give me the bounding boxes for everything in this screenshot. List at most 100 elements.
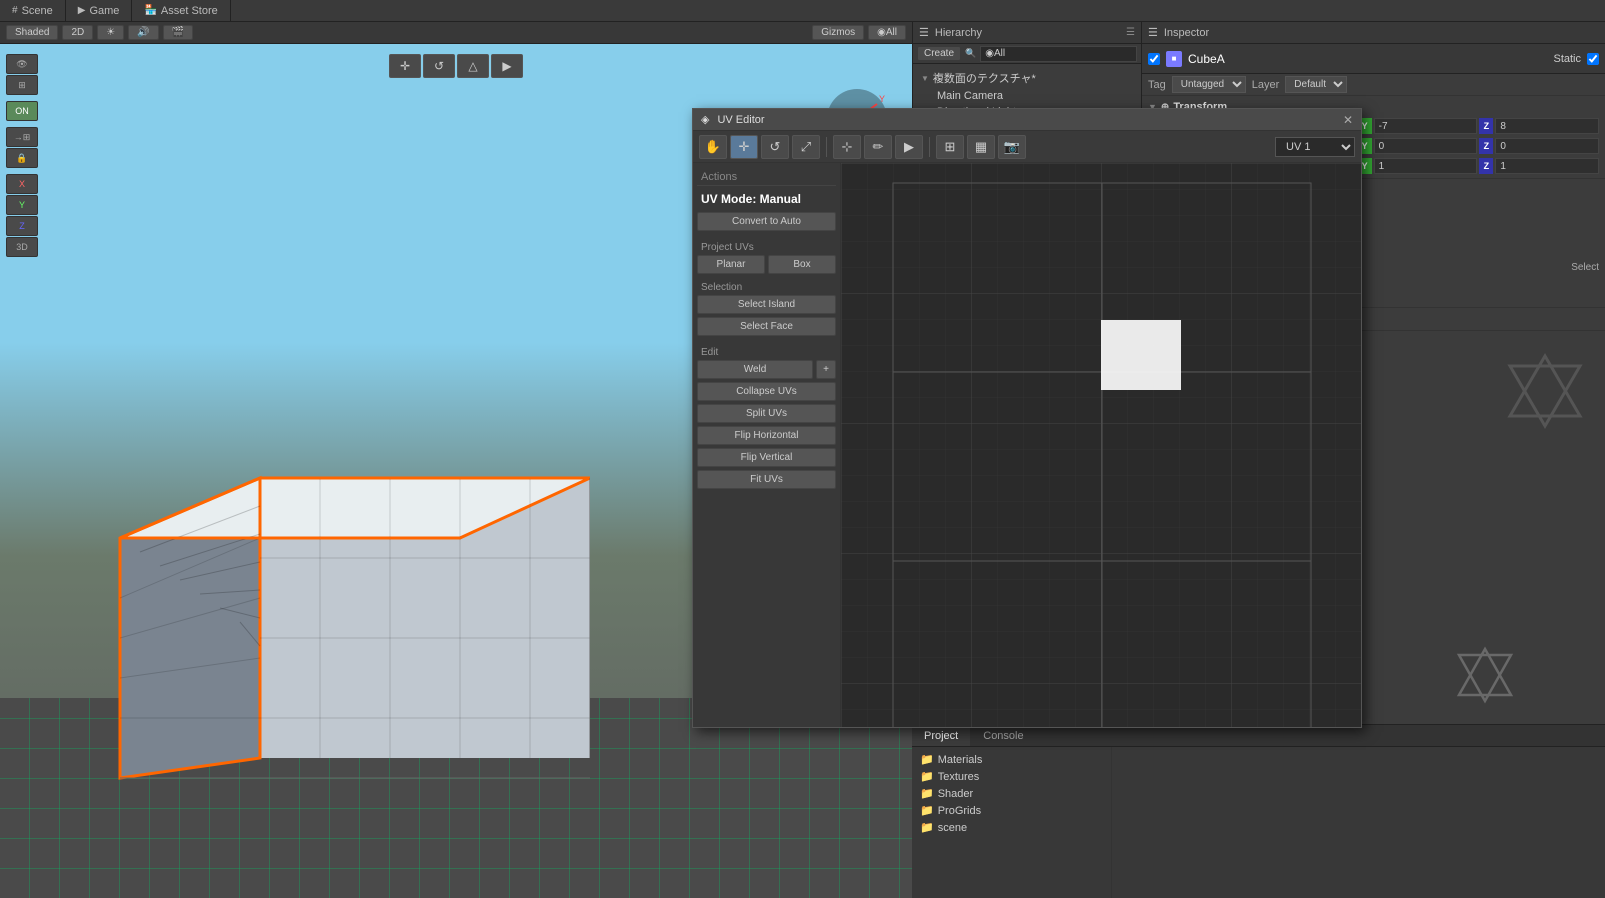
z-axis-btn[interactable]: Z: [6, 216, 38, 236]
materials-folder[interactable]: 📁 Materials: [916, 751, 1107, 768]
uv-snap-tool[interactable]: ⊹: [833, 135, 861, 159]
uv-sidebar: Actions UV Mode: Manual Convert to Auto …: [693, 163, 841, 727]
unity-logo: [1505, 351, 1585, 431]
inspector-icon: ☰: [1148, 26, 1158, 39]
project-tree: 📁 Materials 📁 Textures 📁 Shader 📁 ProGri…: [912, 747, 1112, 898]
textures-folder[interactable]: 📁 Textures: [916, 768, 1107, 785]
scale-z-field[interactable]: 1: [1495, 158, 1599, 174]
uv-play-tool[interactable]: ▶: [895, 135, 923, 159]
flip-vertical-btn[interactable]: Flip Vertical: [697, 448, 836, 467]
unity-logo-2: [1455, 645, 1515, 708]
bottom-panel: Project Console 📁 Materials 📁 Textures 📁: [912, 724, 1605, 898]
on-btn[interactable]: ON: [6, 101, 38, 121]
collapse-uvs-btn[interactable]: Collapse UVs: [697, 382, 836, 401]
separator-2: [929, 137, 930, 157]
obj-active-checkbox[interactable]: [1148, 53, 1160, 65]
y-axis-btn[interactable]: Y: [6, 195, 38, 215]
light-btn[interactable]: ☀: [97, 25, 124, 40]
progrids-folder[interactable]: 📁 ProGrids: [916, 802, 1107, 819]
layer-dropdown[interactable]: Default: [1285, 76, 1347, 93]
project-uvs-row: Planar Box: [697, 255, 836, 274]
uv-title: UV Editor: [717, 114, 764, 126]
scene-icon: #: [12, 5, 18, 16]
split-uvs-btn[interactable]: Split UVs: [697, 404, 836, 423]
box-btn[interactable]: Box: [768, 255, 836, 274]
hierarchy-title: Hierarchy: [935, 27, 982, 39]
cube-3d: Y X: [60, 438, 590, 818]
hierarchy-create-btn[interactable]: Create: [917, 46, 961, 61]
scene-folder[interactable]: 📁 scene: [916, 819, 1107, 836]
shader-folder[interactable]: 📁 Shader: [916, 785, 1107, 802]
uv-canvas[interactable]: [841, 163, 1361, 727]
store-icon: 🏪: [144, 5, 156, 16]
uv-layout-tool[interactable]: ⊞: [936, 135, 964, 159]
left-toolbar: 👁 ⊞ ON →⊞ 🔒 X Y Z 3D: [6, 54, 38, 261]
folder-icon-3: 📁: [920, 787, 934, 800]
hierarchy-search[interactable]: [980, 46, 1137, 62]
flip-horizontal-btn[interactable]: Flip Horizontal: [697, 426, 836, 445]
scale-btn[interactable]: △: [457, 54, 489, 78]
uv-toolbar: ✋ ✛ ↺ ⤢ ⊹ ✏ ▶ ⊞ ▦ 📷 UV 1: [693, 131, 1361, 163]
audio-btn[interactable]: 🔊: [128, 25, 158, 40]
translate-btn[interactable]: ✛: [389, 54, 421, 78]
uv-close-btn[interactable]: ✕: [1343, 113, 1353, 127]
uv-grid-svg: [841, 163, 1361, 727]
rot-y-field[interactable]: 0: [1374, 138, 1478, 154]
tab-asset-store[interactable]: 🏪 Asset Store: [132, 0, 230, 21]
select-island-btn[interactable]: Select Island: [697, 295, 836, 314]
uv-hand-tool[interactable]: ✋: [699, 135, 727, 159]
uv-channel-dropdown[interactable]: UV 1: [1275, 137, 1355, 157]
separator-1: [826, 137, 827, 157]
rotate-btn[interactable]: ↺: [423, 54, 455, 78]
move-snap-btn[interactable]: →⊞: [6, 127, 38, 147]
view-2d-btn[interactable]: 2D: [62, 25, 93, 40]
tag-layer-row: Tag Untagged Layer Default: [1142, 74, 1605, 96]
gizmos-btn[interactable]: Gizmos: [812, 25, 864, 40]
top-tab-bar: # Scene ▶ Game 🏪 Asset Store: [0, 0, 1605, 22]
weld-plus-btn[interactable]: +: [816, 360, 836, 379]
scene-root-item[interactable]: ▼ 複数面のテクスチャ*: [917, 68, 1137, 88]
inspector-obj-row: ■ CubeA Static: [1142, 44, 1605, 74]
uv-move-tool[interactable]: ✛: [730, 135, 758, 159]
pos-y-field[interactable]: -7: [1374, 118, 1478, 134]
rot-z-field[interactable]: 0: [1495, 138, 1599, 154]
weld-btn[interactable]: Weld: [697, 360, 813, 379]
axis-group: X Y Z 3D: [6, 174, 38, 257]
uv-grid-tool[interactable]: ▦: [967, 135, 995, 159]
static-checkbox[interactable]: [1587, 53, 1599, 65]
gizmos-filter-btn[interactable]: ◉All: [868, 25, 906, 40]
x-axis-btn[interactable]: X: [6, 174, 38, 194]
project-tab[interactable]: Project: [912, 725, 971, 746]
select-label: Select: [1571, 262, 1599, 273]
console-tab[interactable]: Console: [971, 725, 1036, 746]
tab-game[interactable]: ▶ Game: [66, 0, 133, 21]
view-tool-1[interactable]: 👁: [6, 54, 38, 74]
obj-name-field[interactable]: CubeA: [1188, 52, 1547, 66]
folder-icon-2: 📁: [920, 770, 934, 783]
uv-editor-window: ◈ UV Editor ✕ ✋ ✛ ↺ ⤢ ⊹ ✏ ▶ ⊞ ▦ 📷 UV 1 A…: [692, 108, 1362, 728]
tag-dropdown[interactable]: Untagged: [1172, 76, 1246, 93]
convert-to-auto-btn[interactable]: Convert to Auto: [697, 212, 836, 231]
rot-z-axis: Z: [1479, 138, 1493, 154]
play-mode-btn[interactable]: ▶: [491, 54, 523, 78]
selection-label: Selection: [697, 278, 836, 295]
3d-btn[interactable]: 3D: [6, 237, 38, 257]
select-face-btn[interactable]: Select Face: [697, 317, 836, 336]
pos-z-field[interactable]: 8: [1495, 118, 1599, 134]
tab-scene[interactable]: # Scene: [0, 0, 66, 21]
fit-uvs-btn[interactable]: Fit UVs: [697, 470, 836, 489]
shading-dropdown[interactable]: Shaded: [6, 25, 58, 40]
lock-btn[interactable]: 🔒: [6, 148, 38, 168]
planar-btn[interactable]: Planar: [697, 255, 765, 274]
uv-paint-tool[interactable]: ✏: [864, 135, 892, 159]
uv-rotate-tool[interactable]: ↺: [761, 135, 789, 159]
uv-body: Actions UV Mode: Manual Convert to Auto …: [693, 163, 1361, 727]
uv-title-bar: ◈ UV Editor ✕: [693, 109, 1361, 131]
grid-btn[interactable]: ⊞: [6, 75, 38, 95]
uv-camera-tool[interactable]: 📷: [998, 135, 1026, 159]
main-camera-item[interactable]: Main Camera: [933, 88, 1137, 104]
hierarchy-menu-btn[interactable]: ☰: [1126, 27, 1135, 38]
uv-scale-tool[interactable]: ⤢: [792, 135, 820, 159]
scale-y-field[interactable]: 1: [1374, 158, 1478, 174]
fx-btn[interactable]: 🎬: [163, 25, 193, 40]
